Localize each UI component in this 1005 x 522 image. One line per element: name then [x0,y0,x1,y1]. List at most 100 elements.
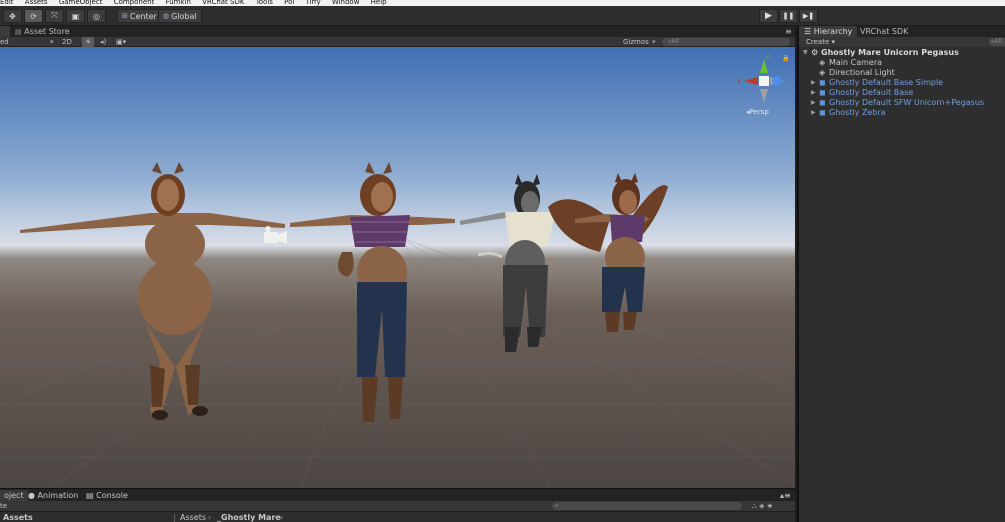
hierarchy-item-ghostly-default-sfw-unicorn-pegasus[interactable]: ▶ ◼ Ghostly Default SFW Unicorn+Pegasus [799,98,1005,108]
hierarchy-tab-label: Hierarchy [813,27,853,36]
play-button[interactable]: ▶ [759,9,778,23]
hierarchy-item-ghostly-default-base[interactable]: ▶ ◼ Ghostly Default Base [799,88,1005,98]
menu-window[interactable]: Window [332,0,360,6]
neg-y-axis-cone[interactable] [760,89,768,103]
tab-hierarchy[interactable]: ☰ Hierarchy [799,26,858,37]
rotate-icon: ⟳ [30,11,37,21]
prefab-icon: ◼ [819,78,826,87]
expand-arrow-icon[interactable]: ▶ [811,88,816,98]
hierarchy-search-input[interactable]: ⌕All [989,38,1005,46]
gameobject-icon: ◈ [819,68,826,77]
console-icon: ▤ [86,491,94,500]
hierarchy-item-directional-light[interactable]: ◈ Directional Light [799,68,1005,78]
menu-edit[interactable]: Edit [0,0,14,6]
shading-mode-dropdown[interactable]: ed [0,37,9,47]
menu-gameobject[interactable]: GameObject [59,0,103,6]
hierarchy-tab-strip: ☰ Hierarchy VRChat SDK [799,26,1005,37]
menu-tiffy[interactable]: Tiffy [306,0,321,6]
menu-pol[interactable]: Pol [284,0,294,6]
pivot-icon: ⊞ [122,12,128,20]
expand-arrow-icon[interactable]: ▶ [811,78,816,88]
menu-assets[interactable]: Assets [25,0,48,6]
console-label: Console [96,491,128,500]
x-axis-cone[interactable] [744,77,758,85]
search-icon: ⌕ [555,502,559,509]
persp-label[interactable]: ◂Persp [746,108,769,116]
scene-tab-strip: ▤ Asset Store ≡ [0,26,795,37]
scene-toolbar: ed ▾ 2D ☀ ◂) ▣▾ Gizmos ▾ ⌕All [0,37,795,47]
move-tool-button[interactable]: ✥ [3,9,22,23]
step-button[interactable]: ▶❚ [799,9,818,23]
hierarchy-icon: ☰ [804,27,812,36]
scene-viewport[interactable]: y x 🔒 ◂Persp [0,47,795,488]
panel-menu-icon[interactable]: ≡ [780,26,797,37]
y-axis-cone[interactable] [760,59,768,73]
tab-scene[interactable] [0,26,10,37]
project-browser-row: Assets | Assets › _Ghostly Mare › [0,511,795,522]
scale-tool-button[interactable]: ⤧ [45,9,64,23]
step-icon: ▶❚ [802,12,815,20]
menu-help[interactable]: Help [371,0,387,6]
hierarchy-search-placeholder: All [994,38,1002,45]
expand-arrow-icon[interactable]: ▶ [811,108,816,118]
menu-vrchat-sdk[interactable]: VRChat SDK [202,0,244,6]
tab-vrchat-sdk[interactable]: VRChat SDK [855,26,913,37]
transform-tool-button[interactable]: ◎ [87,9,106,23]
lighting-toggle[interactable]: ☀ [82,37,95,47]
menu-tools[interactable]: Tools [256,0,273,6]
main-toolbar: ✥ ⟳ ⤧ ▣ ◎ ⊞ Center ◍ Global ▶ ❚❚ ▶❚ [0,6,1005,26]
2d-toggle[interactable]: 2D [62,37,72,47]
avatar-ghostly-default-base-simple[interactable] [20,162,285,420]
menu-component[interactable]: Component [114,0,155,6]
pivot-label: Center [129,11,157,21]
space-label: Global [171,11,197,21]
avatar-ghostly-default-sfw-unicorn-pegasus[interactable] [548,173,668,332]
camera-gizmo-icon[interactable] [264,226,287,244]
effects-toggle[interactable]: ▣▾ [116,37,126,47]
project-toolbar: te ⌕ ⛬ ◈ ★ [0,501,795,511]
project-create-dropdown[interactable]: te [0,501,7,511]
hierarchy-item-ghostly-default-base-simple[interactable]: ▶ ◼ Ghostly Default Base Simple [799,78,1005,88]
orientation-gizmo[interactable]: y x [737,53,784,103]
expand-arrow-icon[interactable]: ▼ [803,48,808,58]
breadcrumb-ghostly-mare[interactable]: _Ghostly Mare [217,512,281,522]
item-label: Directional Light [829,68,895,77]
play-icon: ▶ [765,11,772,21]
gizmo-center[interactable] [759,76,769,86]
hierarchy-create-dropdown[interactable]: Create ▾ [806,37,835,47]
filter-icons[interactable]: ⛬ ◈ ★ [752,501,773,511]
assets-folder-header[interactable]: Assets [3,512,33,522]
z-axis-cone[interactable] [772,76,782,86]
hierarchy-panel: ☰ Hierarchy VRChat SDK Create ▾ ⌕All ▼ ⚙… [797,26,1005,522]
project-search-input[interactable]: ⌕ [552,502,742,510]
pause-button[interactable]: ❚❚ [779,9,798,23]
lock-icon[interactable]: 🔒 [782,54,789,62]
prefab-icon: ◼ [819,98,826,107]
hierarchy-item-main-camera[interactable]: ◈ Main Camera [799,58,1005,68]
avatar-ghostly-default-base[interactable] [290,162,455,422]
audio-toggle[interactable]: ◂) [100,37,106,47]
rect-tool-button[interactable]: ▣ [66,9,85,23]
gizmo-x-label: x [737,78,741,85]
breadcrumb-chevron-icon: › [208,513,212,522]
pivot-center-button[interactable]: ⊞ Center [117,9,162,23]
tab-asset-store[interactable]: ▤ Asset Store [10,26,75,37]
menu-fumkin[interactable]: Fumkin [166,0,191,6]
scene-name: Ghostly Mare Unicorn Pegasus [821,48,959,57]
space-global-button[interactable]: ◍ Global [158,9,202,23]
scene-search-input[interactable]: ⌕All [662,38,790,46]
item-label: Ghostly Zebra [829,108,886,117]
scene-search-placeholder: All [671,38,679,45]
gizmos-dropdown[interactable]: Gizmos [623,37,649,47]
globe-icon: ◍ [163,12,170,20]
scale-icon: ⤧ [51,11,58,20]
unity-scene-icon: ⚙ [811,48,819,57]
shading-chevron-icon: ▾ [50,38,54,46]
breadcrumb-assets[interactable]: Assets [180,512,206,522]
scene-root-row[interactable]: ▼ ⚙ Ghostly Mare Unicorn Pegasus [799,48,1005,58]
item-label: Ghostly Default Base Simple [829,78,944,87]
rotate-tool-button[interactable]: ⟳ [24,9,43,23]
hierarchy-item-ghostly-zebra[interactable]: ▶ ◼ Ghostly Zebra [799,108,1005,118]
scene-graphics: y x 🔒 [0,53,795,488]
expand-arrow-icon[interactable]: ▶ [811,98,816,108]
